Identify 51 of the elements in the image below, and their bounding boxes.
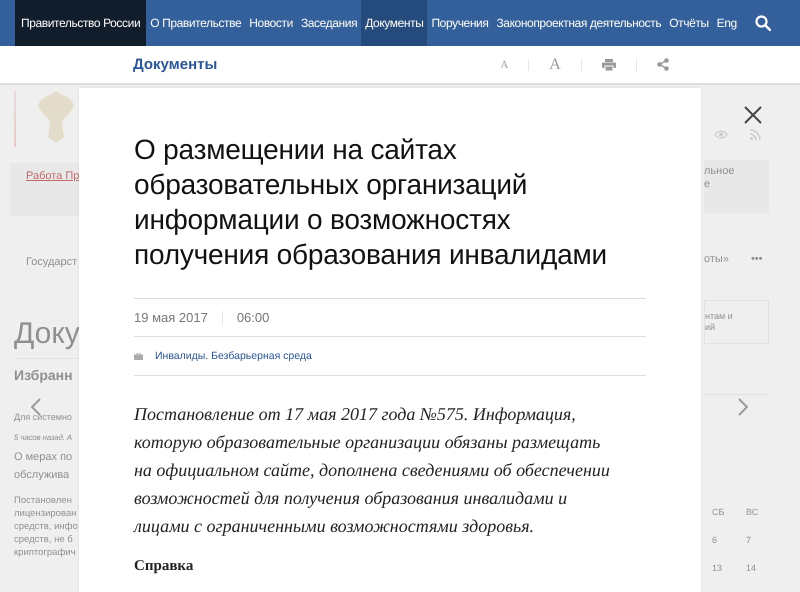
nav-link[interactable]: Поручения: [427, 0, 492, 46]
nav-link[interactable]: Документы: [361, 0, 428, 46]
reference-heading: Справка: [134, 558, 194, 575]
weekday-label: ВС: [746, 507, 760, 517]
flag-stripe: [14, 91, 16, 147]
news-title[interactable]: О мерах по: [14, 448, 80, 466]
document-title: О размещении на сайтах образовательных организаций информации о возможностях получения образования инвалидами: [134, 133, 608, 272]
increase-font-button[interactable]: A: [549, 56, 561, 74]
document-summary: Постановление от 17 мая 2017 года №575. Информация, которую образовательные организации обязаны размещать на официальном сайте, дополнена сведениями об обеспечении возможностей для получения образования инвалидами и лицами с ограниченными возможностями здоровья.: [134, 403, 611, 538]
nav-link[interactable]: О Правительстве: [146, 0, 246, 46]
chevron-left-icon[interactable]: [31, 398, 41, 416]
weekday-label: СБ: [712, 507, 726, 517]
nav-link[interactable]: Заседания: [296, 0, 362, 46]
card-text: льное: [704, 165, 736, 178]
news-category: Для системно: [14, 412, 73, 422]
card-link[interactable]: Работа Пр: [26, 170, 80, 182]
calendar-date[interactable]: 7: [746, 535, 780, 545]
printer-icon[interactable]: [602, 58, 616, 70]
card-text: е: [704, 178, 712, 191]
section-title: Документы: [133, 56, 218, 73]
nav-link[interactable]: Отчёты: [665, 0, 713, 46]
site-brand-link[interactable]: Правительство России: [15, 0, 146, 46]
calendar-date[interactable]: 14: [746, 563, 780, 573]
publish-date: 19 мая 2017: [134, 310, 208, 325]
briefcase-icon: [134, 352, 143, 360]
publish-time: 06:00: [236, 310, 270, 325]
calendar-date[interactable]: 6: [712, 535, 746, 545]
nav-link[interactable]: Законопроектная деятельность: [492, 0, 666, 46]
decrease-font-button[interactable]: A: [500, 58, 508, 70]
news-title[interactable]: обслужива: [14, 466, 80, 484]
link-text: ий: [705, 322, 716, 333]
topic-link[interactable]: Инвалиды. Безбарьерная среда: [155, 350, 312, 362]
more-button[interactable]: •••: [750, 253, 763, 265]
link-text: нтам и: [705, 311, 734, 322]
link-box[interactable]: нтам и ий: [704, 300, 769, 344]
share-icon[interactable]: [656, 58, 669, 71]
news-summary: лицензирован: [14, 507, 78, 520]
news-summary: криптографич: [14, 546, 77, 559]
nav-link[interactable]: Eng: [712, 0, 741, 46]
chevron-right-icon[interactable]: [738, 398, 748, 416]
menu-link[interactable]: оты»: [704, 253, 729, 265]
news-summary: средств, инфо: [14, 520, 79, 533]
calendar-date[interactable]: 13: [712, 563, 746, 573]
nav-link[interactable]: Новости: [245, 0, 297, 46]
news-summary: средств, не б: [14, 533, 74, 546]
search-icon[interactable]: [754, 15, 771, 31]
menu-link[interactable]: Государст: [26, 256, 80, 268]
close-button[interactable]: [744, 106, 762, 124]
news-summary: Постановлен: [14, 494, 73, 507]
news-meta: 5 часов назад. А: [14, 433, 73, 442]
section-heading: Избранн: [14, 367, 74, 383]
